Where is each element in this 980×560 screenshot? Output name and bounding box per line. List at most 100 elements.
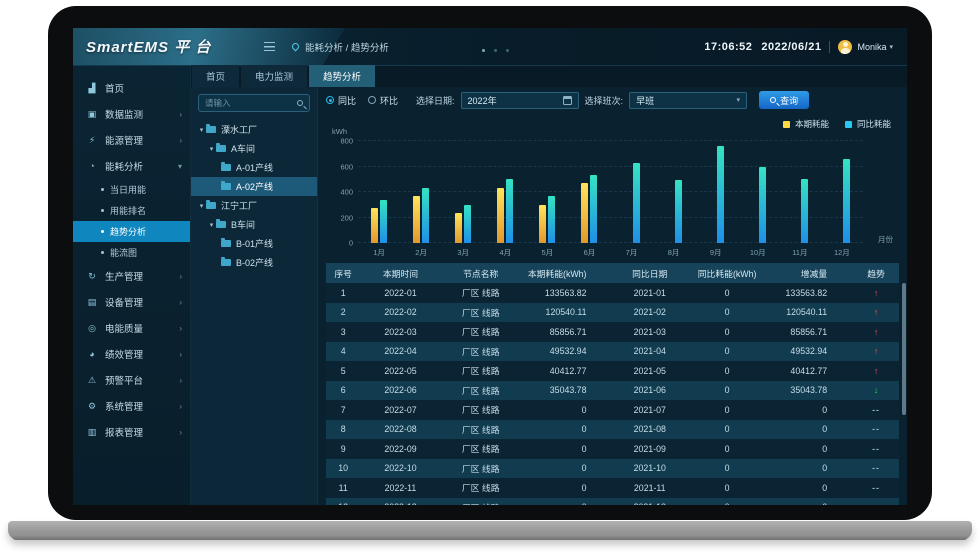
table-row: 72022-07厂区 线路02021-0700--: [326, 400, 899, 420]
sidebar-item-能源管理[interactable]: ⚡能源管理›: [73, 127, 190, 153]
y-tick-label: 400: [340, 188, 353, 197]
bar-本期耗能-1月[interactable]: [371, 208, 378, 243]
bar-group-10月: [737, 141, 779, 243]
cell: 2021-10: [612, 459, 686, 479]
sidebar-item-能耗分析[interactable]: ◔能耗分析▾: [73, 153, 190, 179]
radio-同比[interactable]: [326, 96, 334, 104]
tree-nodes: ▾溧水工厂▾A车间A-01产线A-02产线▾江宁工厂▾B车间B-01产线B-02…: [191, 120, 317, 272]
bar-本期耗能-3月[interactable]: [455, 213, 462, 243]
bar-同比耗能-11月[interactable]: [801, 179, 808, 243]
cell: 0: [521, 420, 613, 440]
tree-caret-icon[interactable]: ▾: [207, 145, 216, 153]
sidebar-item-绩效管理[interactable]: ◕绩效管理›: [73, 341, 190, 367]
bar-同比耗能-9月[interactable]: [717, 146, 724, 243]
sidebar-item-报表管理[interactable]: ▥报表管理›: [73, 419, 190, 445]
sidebar-item-电能质量[interactable]: ◎电能质量›: [73, 315, 190, 341]
trend-up-icon: ↑: [874, 366, 878, 376]
cell: 0: [687, 400, 767, 420]
tree-node-B-02产线[interactable]: B-02产线: [191, 253, 317, 272]
bar-同比耗能-6月[interactable]: [590, 175, 597, 243]
bar-本期耗能-6月[interactable]: [581, 183, 588, 243]
sidebar-item-预警平台[interactable]: ⚠预警平台›: [73, 367, 190, 393]
tab-电力监测[interactable]: 电力监测: [241, 65, 307, 87]
cell-trend: --: [853, 420, 899, 440]
table-row: 92022-09厂区 线路02021-0900--: [326, 439, 899, 459]
table-header-row: 序号本期时间节点名称本期耗能(kWh)同比日期同比耗能(kWh)增减量趋势: [326, 263, 899, 283]
radio-label-同比[interactable]: 同比: [338, 94, 356, 107]
bar-本期耗能-4月[interactable]: [497, 188, 504, 243]
tab-首页[interactable]: 首页: [192, 65, 239, 87]
shift-select[interactable]: 早班 ▾: [629, 92, 747, 109]
bar-本期耗能-5月[interactable]: [539, 205, 546, 243]
tree-node-江宁工厂[interactable]: ▾江宁工厂: [191, 196, 317, 215]
header-divider: [829, 41, 830, 53]
tree-node-B-01产线[interactable]: B-01产线: [191, 234, 317, 253]
sidebar-subitem-能流图[interactable]: 能流图: [73, 242, 190, 263]
cell: 85856.71: [767, 322, 853, 342]
sidebar-item-设备管理[interactable]: ▤设备管理›: [73, 289, 190, 315]
bar-group-11月: [779, 141, 821, 243]
tree-caret-icon[interactable]: ▾: [197, 126, 206, 134]
cell: 2: [326, 303, 360, 323]
trend-flat-icon: --: [872, 502, 880, 505]
cell: 0: [687, 361, 767, 381]
bar-同比耗能-10月[interactable]: [759, 167, 766, 244]
tree-node-A车间[interactable]: ▾A车间: [191, 139, 317, 158]
query-button-label: 查询: [780, 94, 798, 107]
hamburger-icon[interactable]: [264, 42, 275, 51]
tree-node-A-02产线[interactable]: A-02产线: [191, 177, 317, 196]
tree-caret-icon[interactable]: ▾: [197, 202, 206, 210]
sidebar-subitem-用能排名[interactable]: 用能排名: [73, 200, 190, 221]
query-button[interactable]: 查询: [759, 91, 809, 109]
chevron-down-icon: ▾: [737, 96, 741, 104]
chevron-down-icon[interactable]: ▾: [889, 43, 893, 51]
table-body: 12022-01厂区 线路133563.822021-010133563.82↑…: [326, 283, 899, 505]
avatar[interactable]: [838, 40, 852, 54]
x-axis-labels: 1月2月3月4月5月6月7月8月9月10月11月12月: [358, 247, 863, 258]
tree-caret-icon[interactable]: ▾: [207, 221, 216, 229]
cell: 133563.82: [521, 283, 613, 303]
user-name[interactable]: Monika: [857, 42, 886, 52]
bar-group-7月: [610, 141, 652, 243]
cell: 2022-10: [360, 459, 440, 479]
sidebar-item-首页[interactable]: ▟首页: [73, 75, 190, 101]
bar-同比耗能-5月[interactable]: [548, 196, 555, 243]
app-logo: SmartEMS 平 台: [86, 36, 254, 57]
bar-同比耗能-12月[interactable]: [843, 159, 850, 243]
tab-趋势分析[interactable]: 趋势分析: [309, 65, 375, 87]
bar-同比耗能-4月[interactable]: [506, 179, 513, 243]
sidebar-subitem-趋势分析[interactable]: 趋势分析: [73, 221, 190, 242]
folder-icon: [206, 126, 216, 133]
bar-同比耗能-2月[interactable]: [422, 188, 429, 243]
legend-item-本期耗能[interactable]: 本期耗能: [783, 118, 829, 130]
sidebar-item-数据监测[interactable]: ▣数据监测›: [73, 101, 190, 127]
bar-同比耗能-3月[interactable]: [464, 205, 471, 243]
sidebar-subitem-label: 当日用能: [110, 183, 146, 196]
legend-item-同比耗能[interactable]: 同比耗能: [845, 118, 891, 130]
date-picker[interactable]: 2022年: [461, 92, 579, 109]
tree-search-input[interactable]: 请输入: [198, 94, 310, 112]
bar-同比耗能-7月[interactable]: [633, 163, 640, 243]
sidebar-subitem-当日用能[interactable]: 当日用能: [73, 179, 190, 200]
bar-同比耗能-8月[interactable]: [675, 180, 682, 243]
search-icon: [770, 97, 776, 103]
radio-环比[interactable]: [368, 96, 376, 104]
bar-本期耗能-2月[interactable]: [413, 196, 420, 243]
tree-node-B车间[interactable]: ▾B车间: [191, 215, 317, 234]
cell-trend: ↑: [853, 322, 899, 342]
sidebar-item-label: 首页: [105, 81, 124, 95]
tree-node-溧水工厂[interactable]: ▾溧水工厂: [191, 120, 317, 139]
calendar-icon: [563, 96, 572, 105]
radio-label-环比[interactable]: 环比: [380, 94, 398, 107]
trend-down-icon: ↓: [874, 385, 878, 395]
cell: 2021-04: [612, 342, 686, 362]
sidebar-item-生产管理[interactable]: ↻生产管理›: [73, 263, 190, 289]
tree-node-A-01产线[interactable]: A-01产线: [191, 158, 317, 177]
x-tick-label: 6月: [568, 247, 610, 258]
bar-同比耗能-1月[interactable]: [380, 200, 387, 243]
x-tick-label: 5月: [526, 247, 568, 258]
sidebar-item-系统管理[interactable]: ⚙系统管理›: [73, 393, 190, 419]
bar-chart: 本期耗能同比耗能 8006004002000 kWh 1月2月3月4月5月6月7…: [326, 113, 899, 259]
scrollbar-thumb[interactable]: [902, 283, 906, 415]
chevron-right-icon: ›: [179, 324, 182, 333]
